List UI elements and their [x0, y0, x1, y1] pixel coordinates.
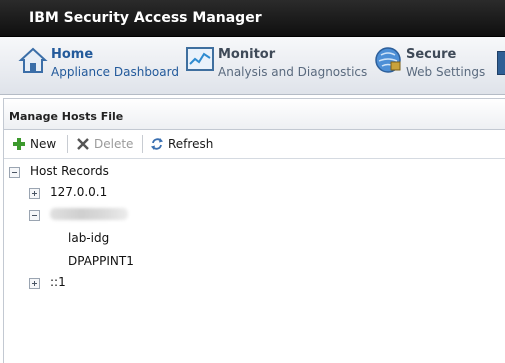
nav-monitor[interactable]: Monitor Analysis and Diagnostics [185, 43, 368, 87]
panel-title: Manage Hosts File [9, 110, 124, 123]
nav-home[interactable]: Home Appliance Dashboard [18, 43, 179, 87]
tree-expand-toggle[interactable] [29, 188, 40, 199]
monitor-icon [185, 45, 215, 75]
refresh-button-label: Refresh [168, 137, 214, 151]
home-icon [18, 45, 48, 75]
new-button[interactable]: New [12, 136, 60, 154]
delete-button[interactable]: Delete [76, 136, 136, 154]
refresh-button[interactable]: Refresh [150, 136, 220, 154]
secure-icon [373, 45, 403, 75]
toolbar-separator [142, 135, 143, 153]
hostname-item[interactable]: DPAPPINT1 [68, 254, 134, 268]
toolbar-separator [67, 135, 68, 153]
nav-monitor-subtitle: Analysis and Diagnostics [218, 65, 368, 79]
nav-home-subtitle: Appliance Dashboard [51, 65, 179, 79]
plus-icon [13, 138, 25, 150]
nav-secure[interactable]: Secure Web Settings [373, 43, 488, 87]
redacted-address[interactable] [50, 208, 128, 220]
tree-collapse-toggle[interactable] [9, 167, 20, 178]
refresh-icon [151, 138, 163, 150]
panel-header: Manage Hosts File [4, 99, 505, 130]
nav-secure-subtitle: Web Settings [406, 65, 486, 79]
host-record-address[interactable]: ::1 [50, 275, 66, 289]
host-records-tree: Host Records 127.0.0.1 lab-idg DPAPPINT1… [4, 159, 505, 359]
nav-home-title: Home [51, 47, 94, 62]
hostname-item[interactable]: lab-idg [68, 231, 109, 245]
toolbar: New Delete Refresh [4, 130, 505, 159]
delete-button-label: Delete [94, 137, 134, 151]
nav-secure-title: Secure [406, 47, 457, 62]
manage-hosts-panel: Manage Hosts File New Delete Refresh Hos… [3, 98, 505, 363]
main-navigation: Home Appliance Dashboard Monitor Analysi… [0, 37, 505, 95]
nav-overflow-item[interactable] [497, 51, 505, 75]
app-title: IBM Security Access Manager [29, 10, 262, 26]
app-title-bar: IBM Security Access Manager [0, 0, 505, 37]
host-record-address[interactable]: 127.0.0.1 [50, 185, 107, 199]
tree-collapse-toggle[interactable] [29, 210, 40, 221]
nav-monitor-title: Monitor [218, 47, 276, 62]
tree-expand-toggle[interactable] [29, 278, 40, 289]
tree-root-label[interactable]: Host Records [30, 164, 109, 178]
new-button-label: New [30, 137, 57, 151]
delete-icon [77, 138, 89, 150]
